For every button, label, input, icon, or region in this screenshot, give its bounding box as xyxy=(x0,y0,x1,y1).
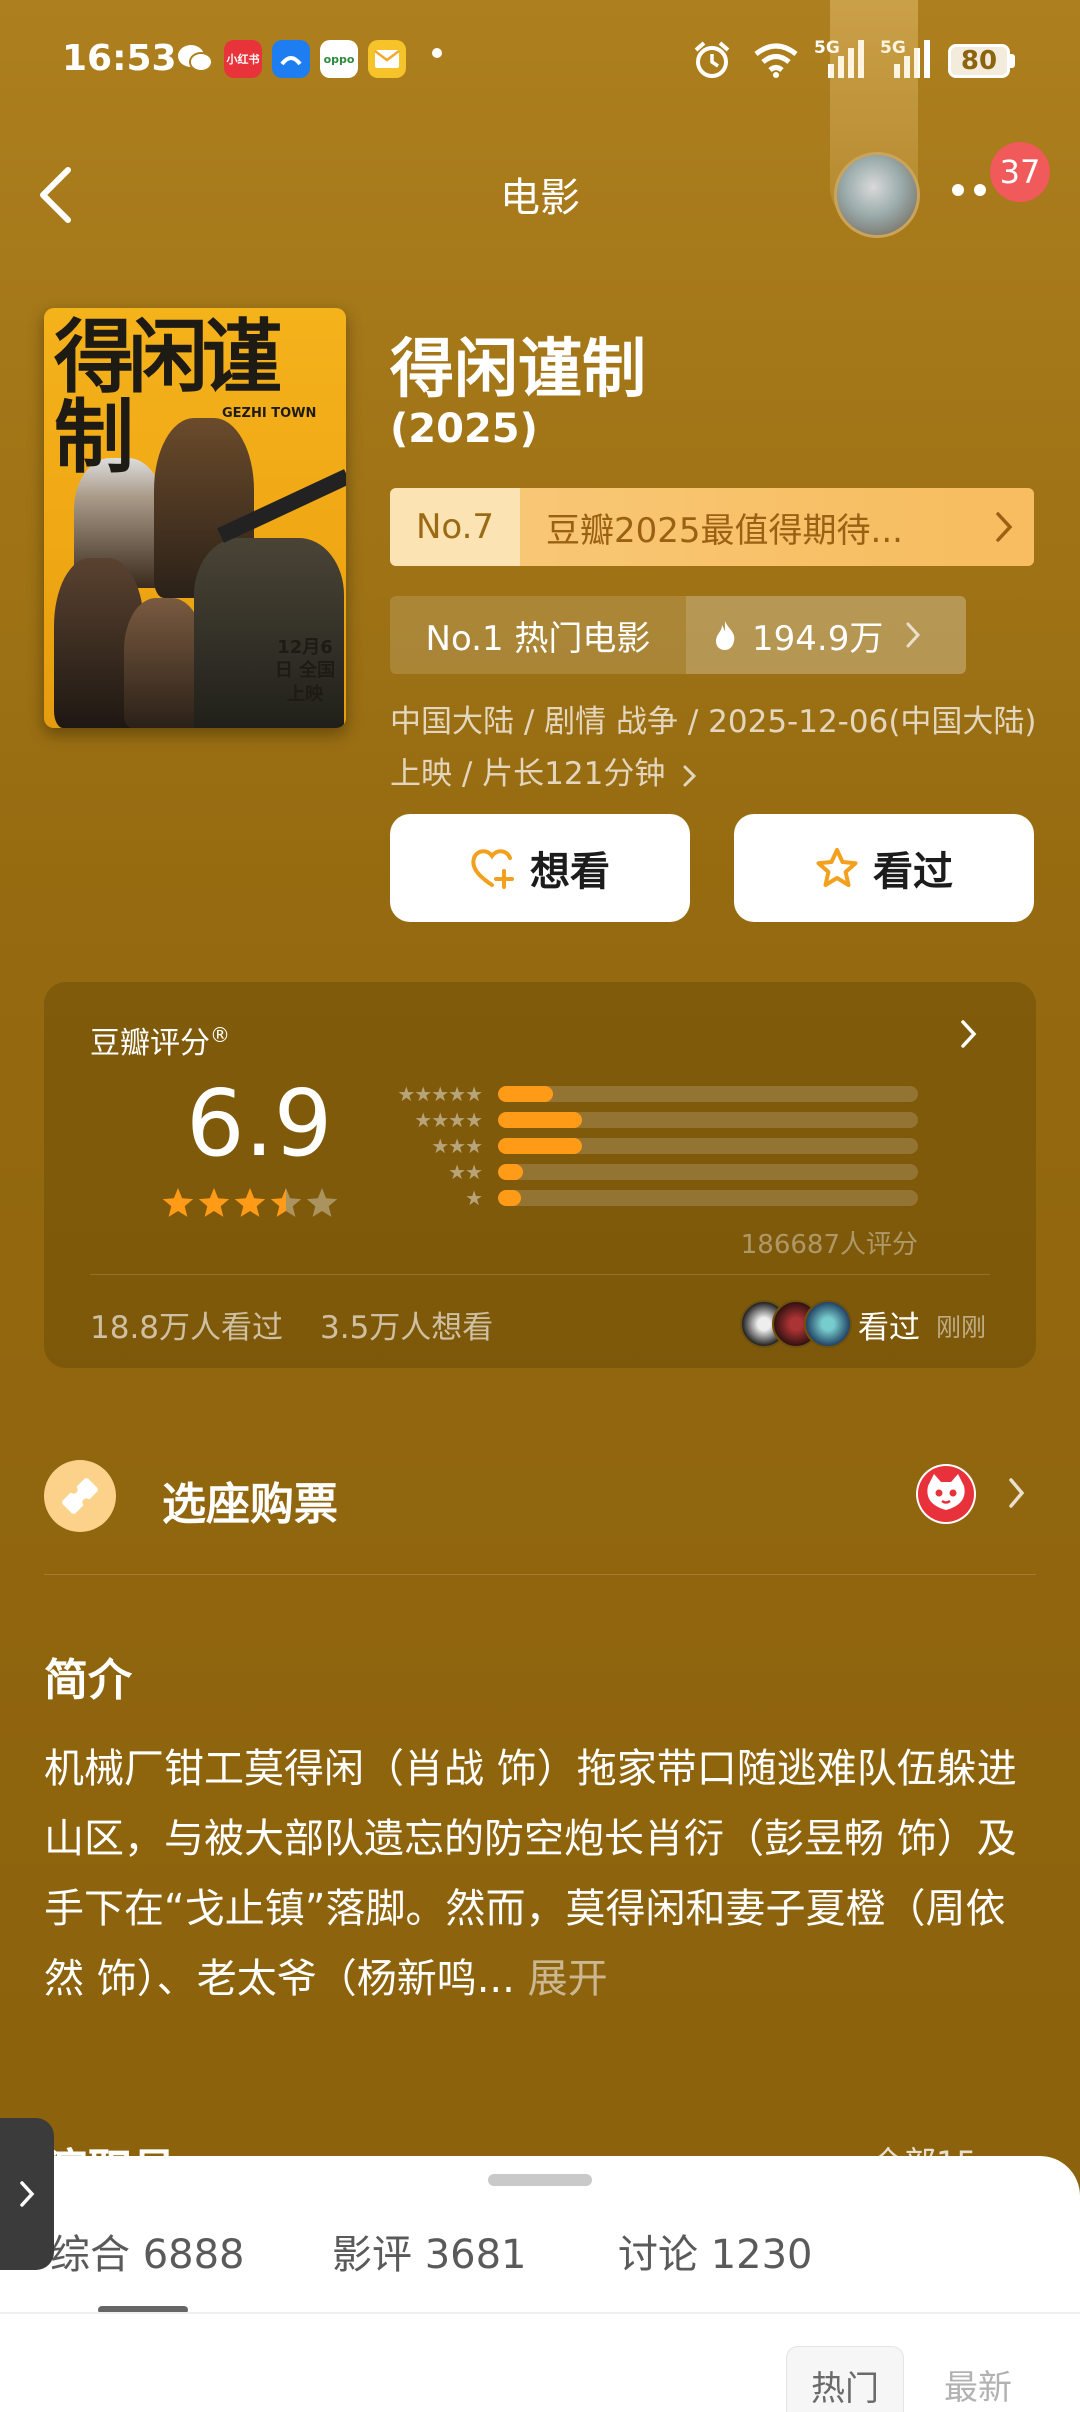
battery-indicator: 80 xyxy=(948,44,1010,78)
chevron-right-icon xyxy=(906,622,921,648)
rating-bar-row: ★★★★★ xyxy=(378,1082,918,1106)
expand-link[interactable]: 展开 xyxy=(528,1956,608,2002)
tab-discussions[interactable]: 讨论 1230 xyxy=(618,2222,813,2280)
maoyan-cat-icon[interactable] xyxy=(916,1464,976,1524)
movie-year: (2025) xyxy=(390,406,538,452)
alarm-icon xyxy=(692,40,732,84)
star-level-icon: ★★★★★ xyxy=(397,1082,483,1106)
rating-bar-fill xyxy=(498,1086,553,1102)
star-rating-icon xyxy=(162,1188,338,1217)
rating-bar-track xyxy=(498,1086,918,1102)
rating-bar-fill xyxy=(498,1138,582,1154)
battery-level: 80 xyxy=(960,46,998,76)
ticket-icon xyxy=(44,1460,116,1532)
movie-title: 得闲谨制 xyxy=(390,333,646,407)
movie-poster[interactable]: 得闲谨制 GEZHI TOWN 12月6日 全国上映 xyxy=(44,308,346,728)
poster-date: 12月6日 全国上映 xyxy=(274,637,336,705)
want-label: 想看 xyxy=(530,849,610,895)
star-level-icon: ★★★ xyxy=(431,1134,483,1158)
rating-bar-fill xyxy=(498,1112,582,1128)
hot-rank: No.1 热门电影 xyxy=(425,618,651,659)
rating-bar-track xyxy=(498,1138,918,1154)
hot-value-box: 194.9万 xyxy=(686,596,966,674)
star-outline-icon xyxy=(816,848,858,887)
rating-bar-row: ★★★ xyxy=(378,1134,918,1158)
hot-value: 194.9万 xyxy=(752,618,884,659)
rating-bar-track xyxy=(498,1112,918,1128)
rating-label: 豆瓣评分® xyxy=(90,1018,230,1062)
watched-button[interactable]: 看过 xyxy=(734,814,1034,922)
sheet-drag-handle[interactable] xyxy=(488,2174,592,2186)
message-badge[interactable]: 37 xyxy=(990,142,1050,202)
chevron-right-icon xyxy=(683,765,697,786)
want-count: 3.5万人想看 xyxy=(320,1310,494,1346)
divider xyxy=(90,1274,990,1275)
rating-bar-track xyxy=(498,1164,918,1180)
oppo-label: oppo xyxy=(323,52,355,66)
divider xyxy=(0,2312,1080,2314)
alipay-icon xyxy=(272,40,310,78)
chevron-right-icon[interactable] xyxy=(1006,1476,1028,1514)
seen-label: 看过 xyxy=(873,849,953,895)
status-time: 16:53 xyxy=(62,38,177,79)
reviews-sheet[interactable]: 综合 6888 影评 3681 讨论 1230 热门 最新 xyxy=(0,2156,1080,2412)
rating-bar-row: ★★★★ xyxy=(378,1108,918,1132)
rating-star xyxy=(270,1188,302,1217)
friend-avatar xyxy=(804,1300,852,1348)
score-stars xyxy=(160,1186,340,1226)
rank-list-name: 豆瓣2025最值得期待... xyxy=(520,488,974,566)
poster-subtitle: GEZHI TOWN xyxy=(222,406,317,421)
mail-icon xyxy=(368,40,406,78)
flame-icon xyxy=(716,621,735,650)
chevron-right-icon[interactable] xyxy=(958,1018,980,1054)
friend-activity-time: 刚刚 xyxy=(936,1313,987,1342)
ranking-banner[interactable]: No.7 豆瓣2025最值得期待... xyxy=(390,488,1034,566)
wifi-icon xyxy=(752,42,800,82)
notification-dot xyxy=(432,48,442,58)
want-to-watch-button[interactable]: 想看 xyxy=(390,814,690,922)
chevron-right-icon xyxy=(974,488,1034,566)
synopsis-title: 简介 xyxy=(44,1655,132,1706)
rank-number: No.7 xyxy=(390,488,520,566)
oppo-icon: oppo xyxy=(320,40,358,78)
rating-count: 186687人评分 xyxy=(740,1230,918,1260)
user-avatar[interactable] xyxy=(834,152,920,238)
buy-ticket-label[interactable]: 选座购票 xyxy=(162,1468,338,1532)
synopsis-text: 机械厂钳工莫得闲（肖战 饰）拖家带口随逃难队伍躲进山区，与被大部队遗忘的防空炮长… xyxy=(44,1734,1042,2014)
registered-mark: ® xyxy=(210,1023,230,1047)
star-level-icon: ★★★★ xyxy=(414,1108,483,1132)
rating-star xyxy=(234,1188,266,1217)
poster-title: 得闲谨制 xyxy=(54,311,282,484)
rating-bar-row: ★★ xyxy=(378,1160,918,1184)
battery-tip xyxy=(1010,54,1015,68)
rating-score: 6.9 xyxy=(186,1070,333,1177)
chevron-right-icon xyxy=(20,2181,35,2207)
rating-bar-row: ★ xyxy=(378,1186,918,1210)
friend-activity[interactable]: 看过 xyxy=(858,1302,920,1347)
star-level-icon: ★★ xyxy=(448,1160,483,1184)
filter-new-button[interactable]: 最新 xyxy=(920,2346,1036,2412)
rating-label-text: 豆瓣评分 xyxy=(90,1026,210,1061)
tab-overall[interactable]: 综合 6888 xyxy=(50,2222,245,2280)
seen-count: 18.8万人看过 xyxy=(90,1310,284,1346)
xiaohongshu-icon: 小红书 xyxy=(224,40,262,78)
divider xyxy=(44,1574,1036,1575)
movie-meta-text: 中国大陆 / 剧情 战争 / 2025-12-06(中国大陆)上映 / 片长12… xyxy=(390,704,1037,792)
heart-plus-icon xyxy=(471,849,514,889)
rating-star xyxy=(306,1188,338,1217)
side-drawer-tab[interactable] xyxy=(0,2118,54,2270)
rating-bar-fill xyxy=(498,1164,524,1180)
rating-star xyxy=(198,1188,230,1217)
star-level-icon: ★ xyxy=(465,1186,483,1210)
xiaohongshu-label: 小红书 xyxy=(226,53,260,66)
tabs-fade xyxy=(920,2216,1080,2296)
rating-bar-fill xyxy=(498,1190,522,1206)
hot-movie-banner[interactable]: No.1 热门电影 194.9万 xyxy=(390,596,966,674)
rating-bar-track xyxy=(498,1190,918,1206)
wechat-icon xyxy=(176,40,214,78)
filter-hot-button[interactable]: 热门 xyxy=(786,2346,904,2412)
rating-star xyxy=(162,1188,194,1217)
movie-meta[interactable]: 中国大陆 / 剧情 战争 / 2025-12-06(中国大陆)上映 / 片长12… xyxy=(390,696,1040,800)
tab-reviews[interactable]: 影评 3681 xyxy=(332,2222,527,2280)
